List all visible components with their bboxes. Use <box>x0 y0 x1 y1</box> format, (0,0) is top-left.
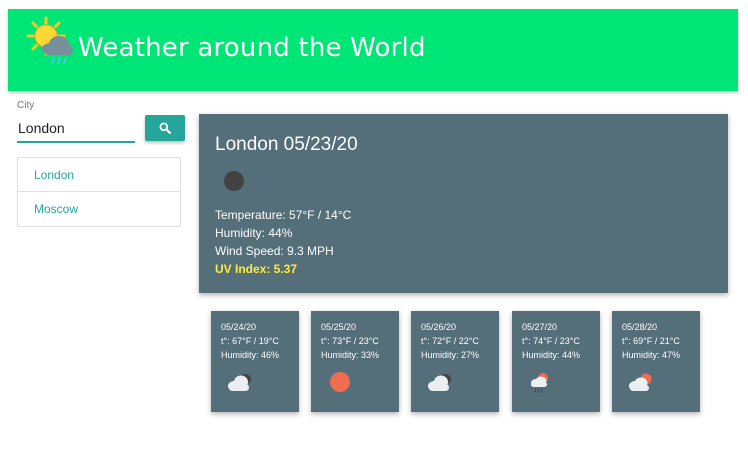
history-item-london[interactable]: London <box>18 158 180 192</box>
night-cloudy-icon <box>228 374 251 391</box>
sun-cloud-icon <box>629 373 652 391</box>
forecast-temperature: t°: 67°F / 19°C <box>221 336 279 346</box>
forecast-temperature: t°: 69°F / 21°C <box>622 336 680 346</box>
forecast-date: 05/25/20 <box>321 322 357 332</box>
forecast-card: 05/24/20 t°: 67°F / 19°C Humidity: 46% <box>211 311 299 412</box>
forecast-temperature: t°: 74°F / 23°C <box>522 336 580 346</box>
forecast-card: 05/27/20 t°: 74°F / 23°C Humidity: 44% <box>512 311 600 412</box>
sun-cloud-rain-icon <box>26 16 73 64</box>
search-button[interactable] <box>145 115 185 141</box>
search-icon <box>159 122 171 134</box>
forecast-humidity: Humidity: 33% <box>321 350 380 360</box>
sun-cloud-rain-icon <box>531 373 548 393</box>
night-cloudy-icon <box>428 374 451 391</box>
night-clear-icon <box>224 171 244 191</box>
page-title: Weather around the World <box>78 33 426 63</box>
forecast-humidity: Humidity: 44% <box>522 350 581 360</box>
forecast-date: 05/26/20 <box>421 322 457 332</box>
current-weather-heading: London 05/23/20 <box>215 134 358 155</box>
forecast-date: 05/24/20 <box>221 322 257 332</box>
forecast-date: 05/27/20 <box>522 322 558 332</box>
city-label: City <box>17 100 35 111</box>
history-item-moscow[interactable]: Moscow <box>18 192 180 226</box>
forecast-temperature: t°: 73°F / 23°C <box>321 336 379 346</box>
current-wind-speed: Wind Speed: 9.3 MPH <box>215 244 334 258</box>
forecast-humidity: Humidity: 47% <box>622 350 681 360</box>
current-weather-card: London 05/23/20 Temperature: 57°F / 14°C… <box>199 114 728 293</box>
current-temperature: Temperature: 57°F / 14°C <box>215 208 352 222</box>
forecast-card: 05/26/20 t°: 72°F / 22°C Humidity: 27% <box>411 311 499 412</box>
forecast-date: 05/28/20 <box>622 322 658 332</box>
sun-icon <box>330 372 350 392</box>
current-humidity: Humidity: 44% <box>215 226 293 240</box>
current-uv-index: UV Index: 5.37 <box>215 262 298 276</box>
forecast-card: 05/25/20 t°: 73°F / 23°C Humidity: 33% <box>311 311 399 412</box>
city-input[interactable] <box>17 115 135 143</box>
forecast-humidity: Humidity: 46% <box>221 350 280 360</box>
search-history-list: London Moscow <box>17 157 181 227</box>
app-header: Weather around the World <box>8 9 738 91</box>
forecast-humidity: Humidity: 27% <box>421 350 480 360</box>
forecast-temperature: t°: 72°F / 22°C <box>421 336 479 346</box>
forecast-card: 05/28/20 t°: 69°F / 21°C Humidity: 47% <box>612 311 700 412</box>
